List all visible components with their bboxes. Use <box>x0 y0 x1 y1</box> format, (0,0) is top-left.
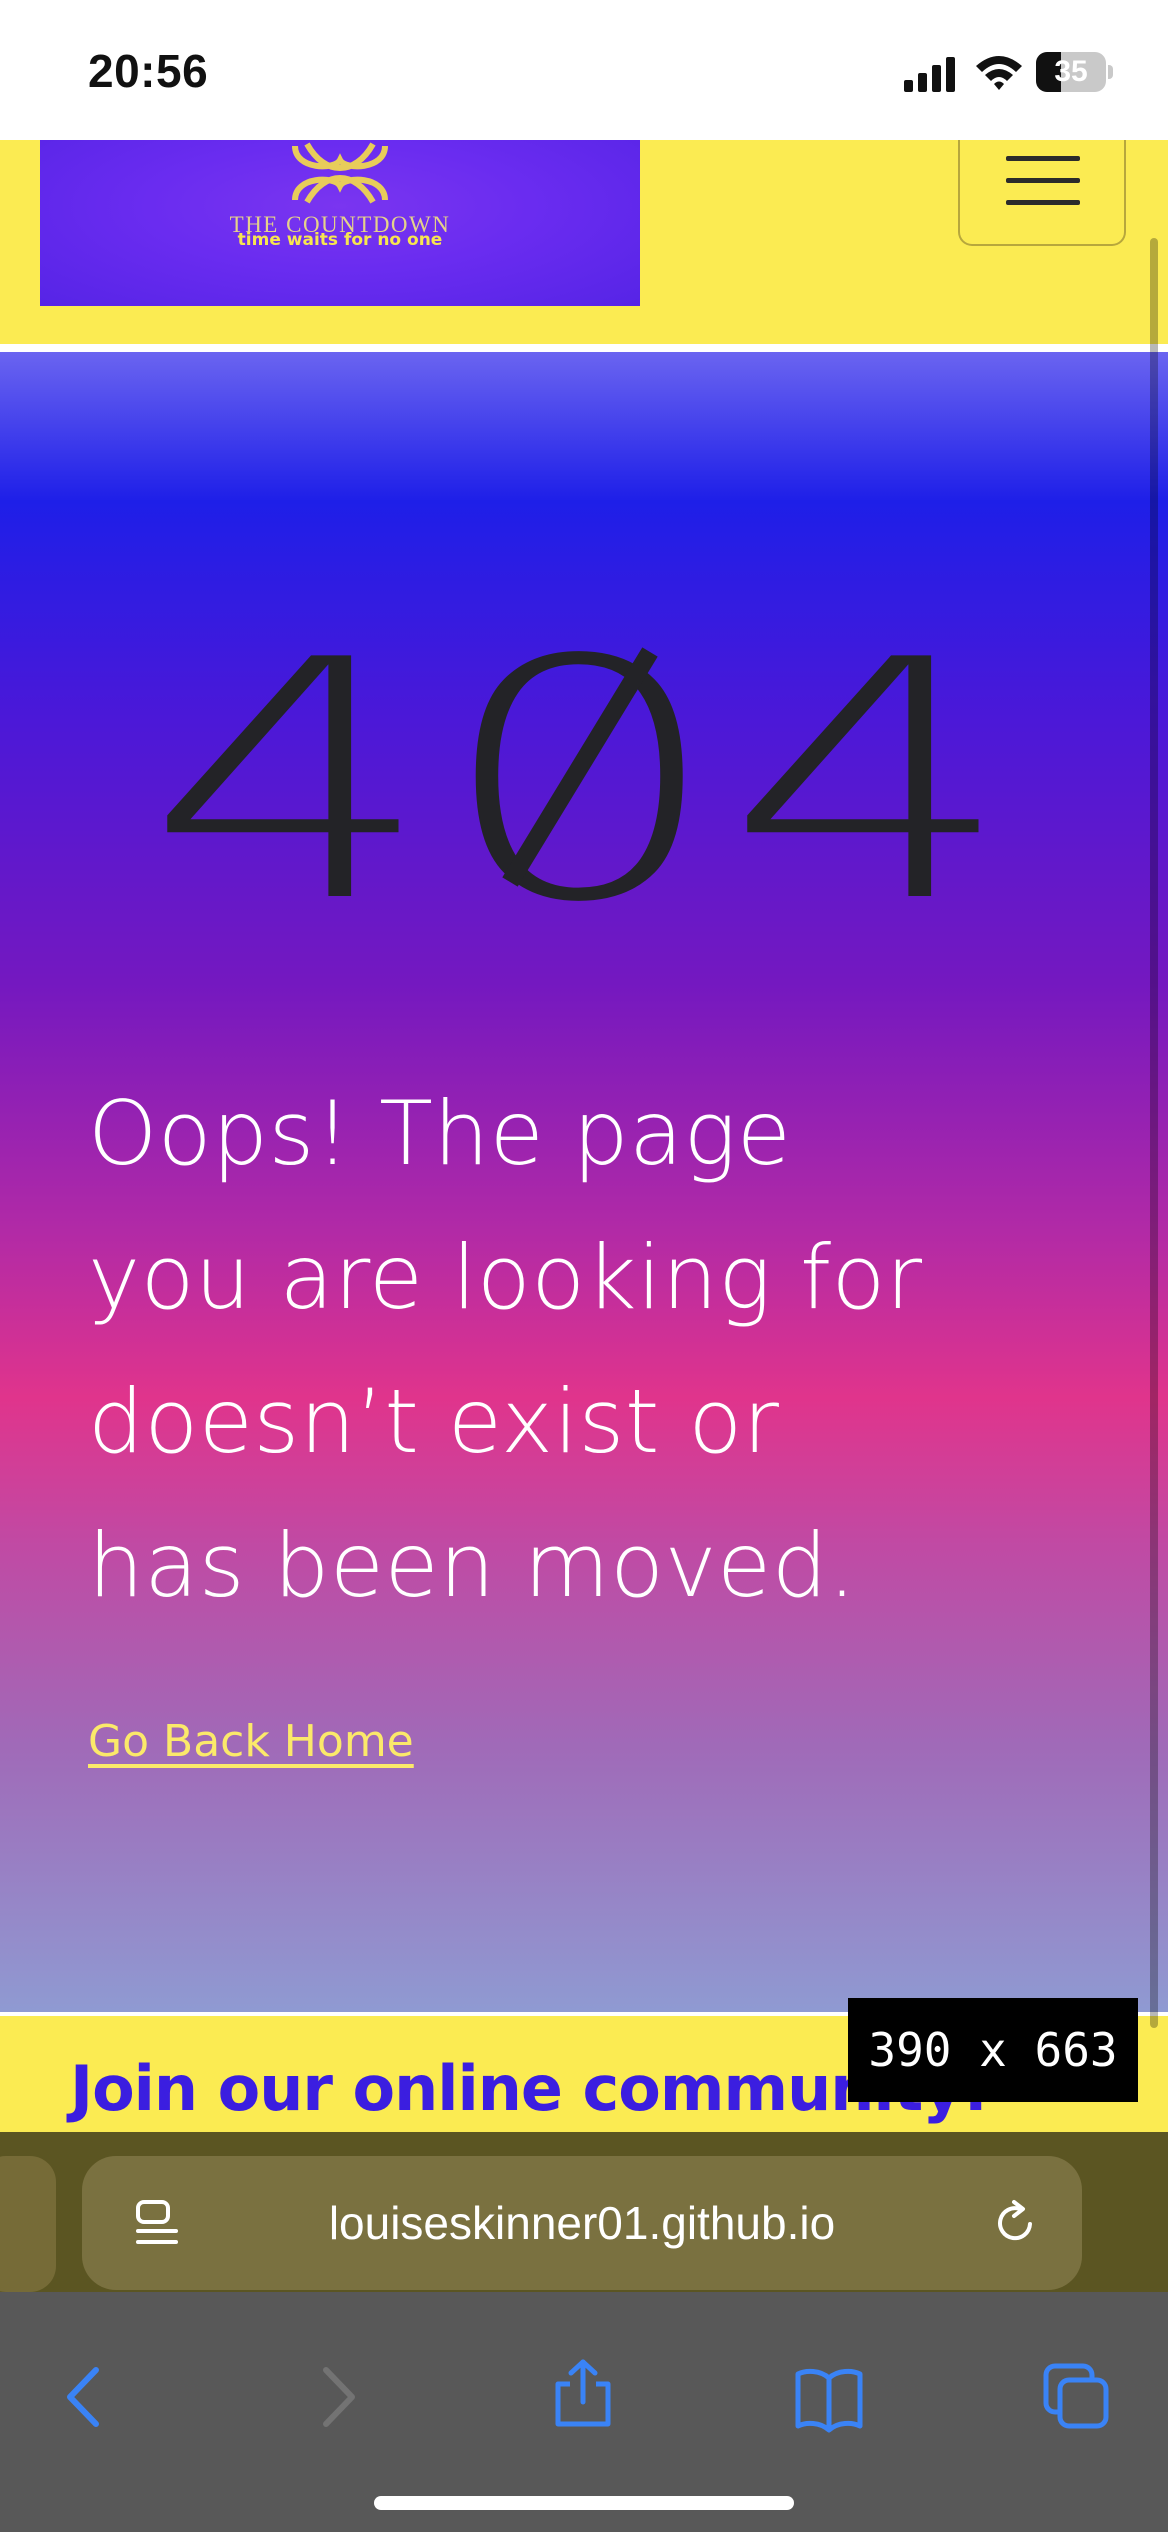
signal-bars-icon <box>904 57 955 92</box>
error-message-line: you are looking for <box>88 1226 923 1329</box>
site-logo[interactable]: THE COUNTDOWN time waits for no one <box>40 140 640 306</box>
address-bar[interactable]: louiseskinner01.github.io <box>82 2156 1082 2290</box>
status-bar: 20:56 35 <box>0 0 1168 140</box>
reload-icon[interactable] <box>990 2198 1040 2248</box>
error-message-line: has been moved. <box>88 1514 857 1617</box>
back-icon[interactable] <box>50 2362 120 2432</box>
forward-icon[interactable] <box>302 2362 372 2432</box>
viewport-size-badge: 390 x 663 <box>848 1998 1138 2102</box>
battery-level: 35 <box>1054 55 1088 88</box>
error-message-line: doesn’t exist or <box>88 1370 780 1473</box>
wifi-icon <box>976 56 1022 90</box>
share-icon[interactable] <box>548 2358 618 2428</box>
page-scrollbar[interactable] <box>1150 238 1158 2028</box>
battery-icon: 35 <box>1036 52 1113 92</box>
address-bar-area: louiseskinner01.github.io <box>0 2132 1168 2292</box>
error-code-404: 404 <box>145 612 1015 912</box>
reader-icon[interactable] <box>132 2198 182 2248</box>
hamburger-menu-button[interactable] <box>958 140 1126 246</box>
infinity-knot-logo-icon <box>292 142 388 204</box>
tabs-icon[interactable] <box>1042 2362 1112 2432</box>
site-header: THE COUNTDOWN time waits for no one <box>0 140 1168 348</box>
status-time: 20:56 <box>88 45 209 97</box>
home-indicator[interactable] <box>374 2496 794 2510</box>
error-hero: 404 Oops! The page you are looking for d… <box>0 352 1168 2012</box>
error-message-line: Oops! The page <box>88 1082 792 1185</box>
browser-toolbar: louiseskinner01.github.io <box>0 2132 1168 2532</box>
previous-tab-preview[interactable] <box>0 2156 56 2292</box>
address-url[interactable]: louiseskinner01.github.io <box>212 2156 952 2290</box>
error-message: Oops! The page you are looking for doesn… <box>88 1062 1128 1638</box>
go-back-home-link[interactable]: Go Back Home <box>88 1716 414 1767</box>
bookmarks-icon[interactable] <box>794 2364 864 2434</box>
logo-tagline: time waits for no one <box>237 230 443 250</box>
